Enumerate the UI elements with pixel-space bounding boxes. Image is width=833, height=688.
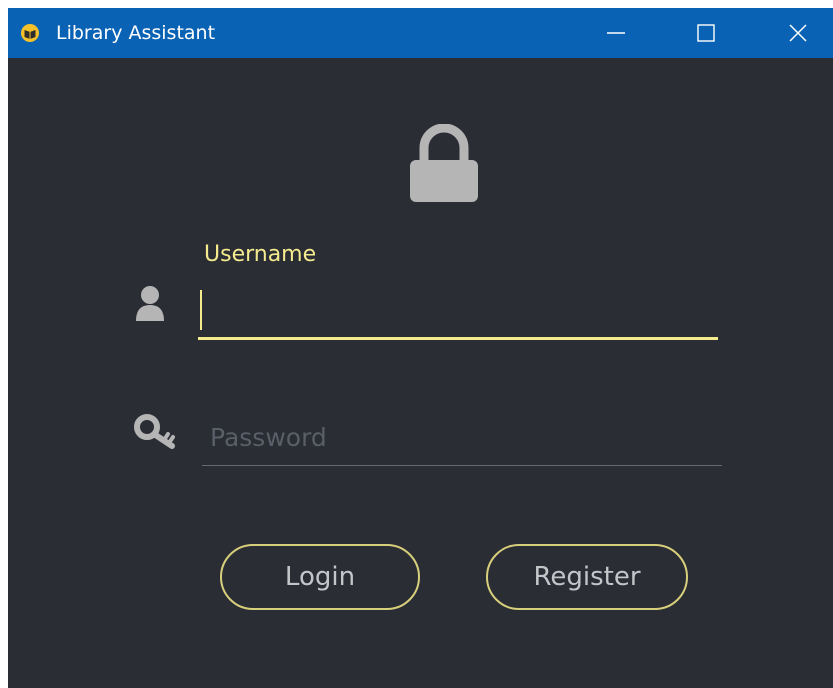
password-input[interactable] bbox=[202, 410, 722, 466]
username-input[interactable] bbox=[198, 284, 718, 340]
book-icon bbox=[21, 24, 39, 42]
register-button[interactable]: Register bbox=[486, 544, 688, 610]
minimize-button[interactable] bbox=[586, 8, 646, 58]
close-button[interactable] bbox=[768, 8, 828, 58]
title-bar[interactable]: Library Assistant bbox=[8, 8, 833, 58]
maximize-button[interactable] bbox=[676, 8, 736, 58]
login-button[interactable]: Login bbox=[220, 544, 420, 610]
window-title: Library Assistant bbox=[56, 22, 216, 44]
maximize-icon bbox=[696, 23, 716, 43]
minimize-icon bbox=[606, 23, 626, 43]
login-form: Username Login Register bbox=[8, 58, 833, 688]
login-window: Library Assistant Username Login Registe… bbox=[8, 8, 833, 688]
text-caret bbox=[200, 290, 202, 330]
user-icon bbox=[134, 285, 166, 323]
username-label: Username bbox=[204, 242, 317, 267]
key-icon bbox=[134, 414, 184, 450]
lock-icon bbox=[406, 123, 482, 204]
close-icon bbox=[788, 23, 808, 43]
